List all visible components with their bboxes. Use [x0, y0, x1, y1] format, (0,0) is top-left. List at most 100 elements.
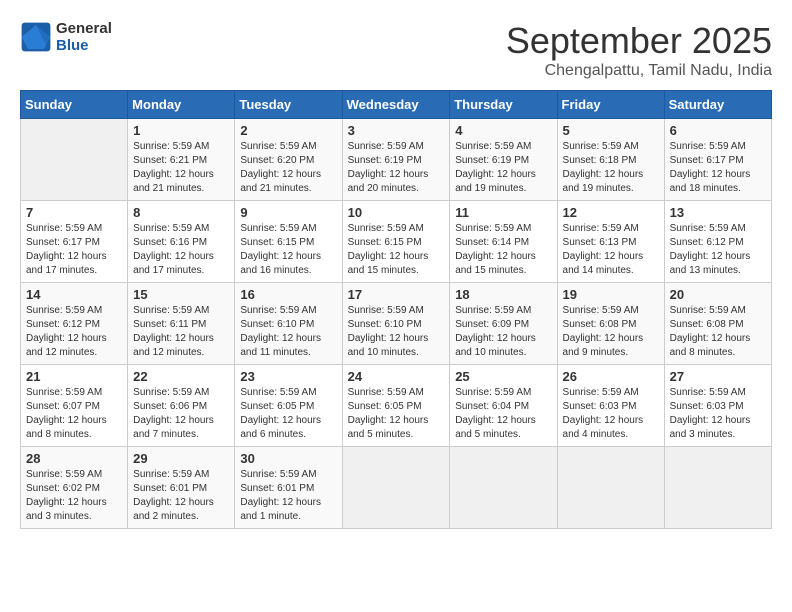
day-info: Sunrise: 5:59 AM Sunset: 6:02 PM Dayligh… [26, 468, 122, 524]
day-number: 22 [133, 369, 229, 384]
calendar-cell: 4 Sunrise: 5:59 AM Sunset: 6:19 PM Daylig… [450, 119, 557, 201]
day-number: 19 [563, 287, 659, 302]
day-info: Sunrise: 5:59 AM Sunset: 6:03 PM Dayligh… [670, 386, 766, 442]
day-number: 7 [26, 205, 122, 220]
header: General Blue September 2025 Chengalpattu… [20, 20, 772, 80]
calendar-cell: 27 Sunrise: 5:59 AM Sunset: 6:03 PM Dayli… [664, 365, 771, 447]
weekday-header-row: SundayMondayTuesdayWednesdayThursdayFrid… [21, 91, 772, 119]
title-area: September 2025 Chengalpattu, Tamil Nadu,… [506, 20, 772, 80]
day-number: 3 [348, 123, 445, 138]
calendar-week-row: 21Sunrise: 5:59 AM Sunset: 6:07 PM Dayli… [21, 365, 772, 447]
day-info: Sunrise: 5:59 AM Sunset: 6:15 PM Dayligh… [348, 222, 445, 278]
calendar-cell: 15Sunrise: 5:59 AM Sunset: 6:11 PM Dayli… [128, 283, 235, 365]
calendar-cell [664, 447, 771, 529]
day-info: Sunrise: 5:59 AM Sunset: 6:15 PM Dayligh… [240, 222, 336, 278]
subtitle: Chengalpattu, Tamil Nadu, India [506, 62, 772, 80]
day-info: Sunrise: 5:59 AM Sunset: 6:08 PM Dayligh… [670, 304, 766, 360]
calendar-week-row: 28 Sunrise: 5:59 AM Sunset: 6:02 PM Dayli… [21, 447, 772, 529]
calendar-cell: 10Sunrise: 5:59 AM Sunset: 6:15 PM Dayli… [342, 201, 450, 283]
day-info: Sunrise: 5:59 AM Sunset: 6:21 PM Dayligh… [133, 140, 229, 196]
weekday-header: Friday [557, 91, 664, 119]
calendar-cell [450, 447, 557, 529]
day-number: 26 [563, 369, 659, 384]
day-info: Sunrise: 5:59 AM Sunset: 6:06 PM Dayligh… [133, 386, 229, 442]
calendar-cell: 12Sunrise: 5:59 AM Sunset: 6:13 PM Dayli… [557, 201, 664, 283]
day-number: 2 [240, 123, 336, 138]
calendar-cell: 11Sunrise: 5:59 AM Sunset: 6:14 PM Dayli… [450, 201, 557, 283]
day-number: 13 [670, 205, 766, 220]
day-info: Sunrise: 5:59 AM Sunset: 6:17 PM Dayligh… [26, 222, 122, 278]
day-info: Sunrise: 5:59 AM Sunset: 6:17 PM Dayligh… [670, 140, 766, 196]
day-number: 4 [455, 123, 551, 138]
calendar-cell: 25 Sunrise: 5:59 AM Sunset: 6:04 PM Dayli… [450, 365, 557, 447]
day-info: Sunrise: 5:59 AM Sunset: 6:05 PM Dayligh… [240, 386, 336, 442]
calendar-week-row: 1Sunrise: 5:59 AM Sunset: 6:21 PM Daylig… [21, 119, 772, 201]
day-info: Sunrise: 5:59 AM Sunset: 6:14 PM Dayligh… [455, 222, 551, 278]
calendar-cell: 1Sunrise: 5:59 AM Sunset: 6:21 PM Daylig… [128, 119, 235, 201]
calendar-cell [342, 447, 450, 529]
day-info: Sunrise: 5:59 AM Sunset: 6:11 PM Dayligh… [133, 304, 229, 360]
day-number: 21 [26, 369, 122, 384]
month-title: September 2025 [506, 20, 772, 62]
weekday-header: Wednesday [342, 91, 450, 119]
day-number: 20 [670, 287, 766, 302]
day-info: Sunrise: 5:59 AM Sunset: 6:01 PM Dayligh… [133, 468, 229, 524]
day-info: Sunrise: 5:59 AM Sunset: 6:04 PM Dayligh… [455, 386, 551, 442]
weekday-header: Monday [128, 91, 235, 119]
day-number: 6 [670, 123, 766, 138]
calendar-cell: 13Sunrise: 5:59 AM Sunset: 6:12 PM Dayli… [664, 201, 771, 283]
calendar-cell: 8 Sunrise: 5:59 AM Sunset: 6:16 PM Daylig… [128, 201, 235, 283]
day-info: Sunrise: 5:59 AM Sunset: 6:19 PM Dayligh… [455, 140, 551, 196]
day-info: Sunrise: 5:59 AM Sunset: 6:18 PM Dayligh… [563, 140, 659, 196]
day-info: Sunrise: 5:59 AM Sunset: 6:19 PM Dayligh… [348, 140, 445, 196]
calendar-cell: 23 Sunrise: 5:59 AM Sunset: 6:05 PM Dayli… [235, 365, 342, 447]
logo-icon [20, 21, 52, 53]
day-info: Sunrise: 5:59 AM Sunset: 6:01 PM Dayligh… [240, 468, 336, 524]
day-number: 18 [455, 287, 551, 302]
calendar-week-row: 14 Sunrise: 5:59 AM Sunset: 6:12 PM Dayli… [21, 283, 772, 365]
calendar-cell: 17Sunrise: 5:59 AM Sunset: 6:10 PM Dayli… [342, 283, 450, 365]
calendar-cell: 3 Sunrise: 5:59 AM Sunset: 6:19 PM Daylig… [342, 119, 450, 201]
calendar-cell: 7 Sunrise: 5:59 AM Sunset: 6:17 PM Daylig… [21, 201, 128, 283]
day-number: 30 [240, 451, 336, 466]
day-info: Sunrise: 5:59 AM Sunset: 6:05 PM Dayligh… [348, 386, 445, 442]
calendar-cell: 21Sunrise: 5:59 AM Sunset: 6:07 PM Dayli… [21, 365, 128, 447]
day-info: Sunrise: 5:59 AM Sunset: 6:20 PM Dayligh… [240, 140, 336, 196]
day-number: 25 [455, 369, 551, 384]
day-info: Sunrise: 5:59 AM Sunset: 6:09 PM Dayligh… [455, 304, 551, 360]
day-info: Sunrise: 5:59 AM Sunset: 6:12 PM Dayligh… [26, 304, 122, 360]
calendar-cell [557, 447, 664, 529]
calendar-cell: 2 Sunrise: 5:59 AM Sunset: 6:20 PM Daylig… [235, 119, 342, 201]
calendar-cell: 22 Sunrise: 5:59 AM Sunset: 6:06 PM Dayli… [128, 365, 235, 447]
day-number: 23 [240, 369, 336, 384]
weekday-header: Thursday [450, 91, 557, 119]
weekday-header: Tuesday [235, 91, 342, 119]
day-number: 28 [26, 451, 122, 466]
day-info: Sunrise: 5:59 AM Sunset: 6:16 PM Dayligh… [133, 222, 229, 278]
calendar-cell: 29 Sunrise: 5:59 AM Sunset: 6:01 PM Dayli… [128, 447, 235, 529]
day-number: 29 [133, 451, 229, 466]
day-info: Sunrise: 5:59 AM Sunset: 6:10 PM Dayligh… [348, 304, 445, 360]
day-info: Sunrise: 5:59 AM Sunset: 6:10 PM Dayligh… [240, 304, 336, 360]
calendar-cell: 14 Sunrise: 5:59 AM Sunset: 6:12 PM Dayli… [21, 283, 128, 365]
day-number: 14 [26, 287, 122, 302]
calendar-cell: 6 Sunrise: 5:59 AM Sunset: 6:17 PM Daylig… [664, 119, 771, 201]
calendar-week-row: 7 Sunrise: 5:59 AM Sunset: 6:17 PM Daylig… [21, 201, 772, 283]
logo-text: General Blue [56, 20, 112, 54]
calendar-cell: 26 Sunrise: 5:59 AM Sunset: 6:03 PM Dayli… [557, 365, 664, 447]
day-number: 9 [240, 205, 336, 220]
day-number: 27 [670, 369, 766, 384]
day-info: Sunrise: 5:59 AM Sunset: 6:03 PM Dayligh… [563, 386, 659, 442]
weekday-header: Sunday [21, 91, 128, 119]
calendar-cell: 28 Sunrise: 5:59 AM Sunset: 6:02 PM Dayli… [21, 447, 128, 529]
day-number: 5 [563, 123, 659, 138]
calendar-cell: 30 Sunrise: 5:59 AM Sunset: 6:01 PM Dayli… [235, 447, 342, 529]
calendar-cell: 20 Sunrise: 5:59 AM Sunset: 6:08 PM Dayli… [664, 283, 771, 365]
day-number: 12 [563, 205, 659, 220]
calendar-cell [21, 119, 128, 201]
day-number: 16 [240, 287, 336, 302]
calendar-cell: 24 Sunrise: 5:59 AM Sunset: 6:05 PM Dayli… [342, 365, 450, 447]
day-number: 8 [133, 205, 229, 220]
day-number: 24 [348, 369, 445, 384]
calendar-cell: 16 Sunrise: 5:59 AM Sunset: 6:10 PM Dayli… [235, 283, 342, 365]
